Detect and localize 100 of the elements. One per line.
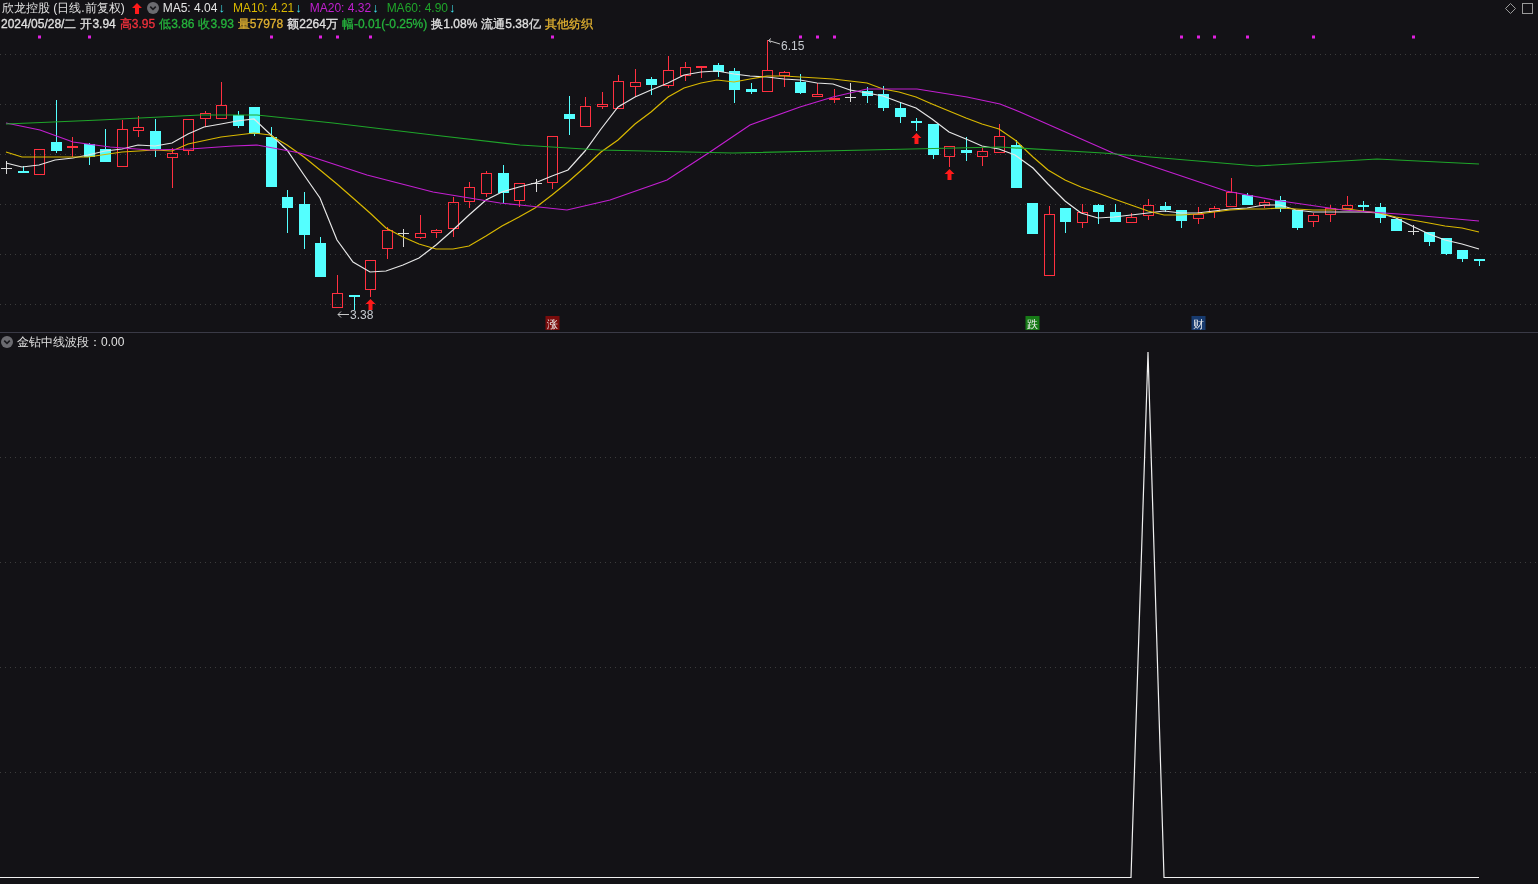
candlestick: [266, 126, 277, 188]
chevron-down-icon[interactable]: [146, 2, 159, 14]
candlestick: [812, 82, 823, 97]
diamond-icon[interactable]: [1505, 2, 1516, 14]
candlestick: [216, 81, 227, 119]
candlestick: [1160, 201, 1171, 213]
trend-arrow-icon: ↓: [372, 1, 379, 15]
candlestick: [1407, 224, 1420, 236]
indicator-title: 金钻中线波段：0.00: [17, 333, 125, 351]
candlestick: [977, 146, 988, 167]
candlestick: [1060, 207, 1071, 234]
candlestick: [746, 82, 757, 95]
up-arrow-icon: [131, 2, 142, 14]
candlestick: [680, 61, 691, 82]
candlestick: [498, 164, 509, 204]
candlestick: [67, 136, 78, 158]
candlestick: [315, 236, 326, 278]
candlestick: [233, 110, 244, 129]
candlestick: [895, 102, 906, 124]
candlestick: [365, 260, 376, 298]
candlestick: [613, 74, 624, 109]
volume-value: 量57978: [237, 15, 284, 33]
candlestick: [448, 196, 459, 238]
candlestick: [1391, 218, 1402, 232]
candlestick: [332, 274, 343, 308]
candlestick: [183, 119, 194, 156]
leader-arrow: [768, 38, 781, 45]
candlestick: [481, 170, 492, 198]
candlestick: [1308, 212, 1319, 228]
close-price: 收3.93: [198, 15, 234, 33]
candlestick: [1044, 205, 1055, 276]
turnover-value: 换1.08%: [431, 15, 478, 33]
candlestick: [415, 214, 426, 240]
candlestick: [1176, 209, 1187, 229]
up-arrow-icon: [365, 299, 376, 310]
candlestick: [382, 226, 393, 260]
candlestick: [564, 95, 575, 136]
candlestick: [1342, 195, 1353, 209]
trend-arrow-icon: ↓: [218, 1, 225, 15]
candlestick: [795, 73, 806, 95]
candlestick: [1126, 212, 1137, 223]
candlestick: [762, 39, 773, 92]
stock-title: 欣龙控股 (日线.前复权): [2, 0, 125, 17]
open-price: 开3.94: [80, 15, 116, 33]
ma-value: MA20: 4.32: [309, 1, 372, 15]
candlestick: [431, 228, 442, 239]
candlestick: [117, 119, 128, 167]
change-value: 幅-0.01(-0.25%): [341, 15, 428, 33]
candlestick: [514, 183, 525, 208]
event-tag: 跌: [1025, 316, 1040, 330]
candlestick: [1474, 258, 1485, 267]
candlestick: [663, 55, 674, 89]
low-price: 低3.86: [159, 15, 195, 33]
float-cap-value: 流通5.38亿: [481, 15, 541, 33]
candlestick: [911, 117, 922, 132]
ma-value: MA5: 4.04: [162, 1, 218, 15]
candlestick: [1259, 199, 1270, 209]
low-price-label: 3.38: [350, 308, 374, 322]
candlestick: [1275, 195, 1286, 213]
candlestick: [1441, 237, 1452, 256]
candlestick: [1375, 202, 1386, 224]
candlestick: [1093, 203, 1104, 225]
candlestick: [299, 191, 310, 250]
chevron-down-icon[interactable]: [1, 336, 13, 348]
high-price: 高3.95: [119, 15, 156, 33]
candlestick: [1457, 249, 1468, 263]
candlestick: [100, 128, 111, 163]
maximize-icon[interactable]: [1522, 2, 1533, 14]
candlestick: [34, 149, 45, 175]
candlestick: [1110, 203, 1121, 223]
candlestick: [1027, 202, 1038, 235]
candlestick: [696, 66, 707, 79]
candlestick: [51, 99, 62, 154]
trend-arrow-icon: ↓: [295, 1, 302, 15]
high-price-label: 6.15: [781, 39, 805, 53]
candlestick: [1325, 204, 1336, 223]
candlestick: [713, 62, 724, 78]
candlestick: [1209, 205, 1220, 219]
candlestick: [928, 123, 939, 160]
candlestick: [580, 96, 591, 127]
candlestick: [1242, 192, 1253, 206]
candlestick: [844, 82, 857, 103]
event-tag: 财: [1191, 316, 1206, 330]
candlestick: [249, 106, 260, 137]
candlestick: [397, 228, 410, 248]
trend-arrow-icon: ↓: [449, 1, 456, 15]
candlestick: [150, 118, 161, 158]
candlestick: [0, 160, 13, 175]
industry-label: 其他纺织: [544, 15, 593, 33]
candlestick: [1292, 209, 1303, 231]
candlestick: [464, 181, 475, 209]
amount-value: 额2264万: [287, 15, 338, 33]
candlestick: [1358, 200, 1369, 213]
candlestick: [1077, 203, 1088, 229]
candlestick: [994, 123, 1005, 153]
candlestick: [630, 68, 641, 98]
candlestick: [597, 91, 608, 110]
ma-value: MA60: 4.90: [386, 1, 448, 15]
candlestick: [1011, 139, 1022, 189]
up-arrow-icon: [911, 133, 922, 144]
